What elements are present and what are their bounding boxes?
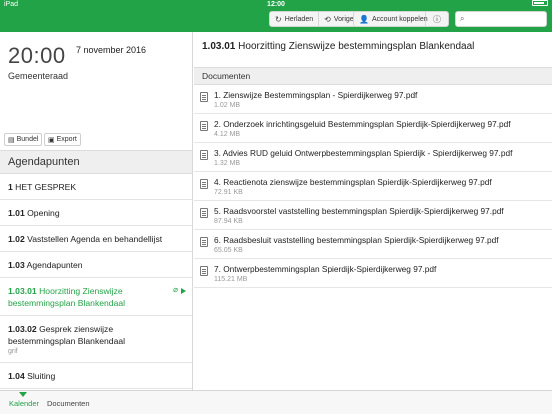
agenda-item-number: 1.03: [8, 260, 25, 270]
document-item[interactable]: 1. Zienswijze Bestemmingsplan - Spierdij…: [194, 85, 552, 114]
document-size: 72.91 KB: [214, 189, 243, 196]
document-icon: [200, 121, 208, 131]
link-account-label: Account koppelen: [371, 15, 428, 23]
previous-label: Vorige: [333, 15, 354, 23]
clock: 12:00: [267, 1, 285, 8]
user-icon: 👤: [359, 14, 369, 24]
detail-title-text: Hoorzitting Zienswijze bestemmingsplan B…: [238, 41, 475, 52]
document-icon: [200, 179, 208, 189]
left-panel: 20:00 7 november 2016 Gemeenteraad ▤ Bun…: [0, 32, 193, 390]
agenda-item[interactable]: 1.01 Opening: [0, 200, 192, 226]
document-size: 1.32 MB: [214, 160, 241, 167]
agenda-item-title: Opening: [27, 208, 60, 218]
detail-title: 1.03.01 Hoorzitting Zienswijze bestemmin…: [202, 41, 474, 52]
meeting-time: 20:00: [8, 43, 66, 68]
active-tab-indicator-icon: [19, 392, 27, 397]
document-size: 87.94 KB: [214, 218, 243, 225]
document-size: 4.12 MB: [214, 131, 241, 138]
history-icon: ⟲: [324, 14, 331, 24]
search-box: ⌕: [455, 11, 547, 27]
agenda-item-title: Vaststellen Agenda en behandellijst: [27, 234, 163, 244]
agenda-item-number: 1.03.02: [8, 324, 37, 334]
link-account-button[interactable]: 👤 Account koppelen: [354, 12, 428, 26]
search-input[interactable]: [470, 13, 544, 25]
reload-button[interactable]: ↻ Herladen: [270, 12, 320, 26]
agenda-item[interactable]: 1.03.02 Gesprek zienswijze bestemmingspl…: [0, 316, 192, 363]
document-name: 5. Raadsvoorstel vaststelling bestemming…: [214, 206, 504, 216]
info-button[interactable]: ⓘ: [426, 12, 448, 26]
meeting-date: 7 november 2016: [76, 45, 147, 55]
document-name: 1. Zienswijze Bestemmingsplan - Spierdij…: [214, 90, 418, 100]
detail-number: 1.03.01: [202, 41, 236, 52]
document-name: 6. Raadsbesluit vaststelling bestemmings…: [214, 235, 499, 245]
bundle-button[interactable]: ▤ Bundel: [4, 133, 43, 146]
nav-button-group: ↻ Herladen ⟲ Vorige: [269, 11, 360, 27]
agenda-item-selected[interactable]: 1.03.01 Hoorzitting Zienswijze bestemmin…: [0, 278, 192, 316]
document-size: 65.05 KB: [214, 247, 243, 254]
agenda-item[interactable]: 1.03 Agendapunten: [0, 252, 192, 278]
agenda-item-icons: ⌀: [173, 284, 186, 296]
document-icon: [200, 208, 208, 218]
agenda-item-number: 1.04: [8, 371, 25, 381]
document-item[interactable]: 7. Ontwerpbestemmingsplan Spierdijk-Spie…: [194, 259, 552, 288]
document-list: 1. Zienswijze Bestemmingsplan - Spierdij…: [194, 85, 552, 288]
tab-calendar[interactable]: Kalender: [9, 399, 39, 408]
agenda-list: 1 HET GESPREK 1.01 Opening 1.02 Vaststel…: [0, 174, 192, 389]
detail-panel: 1.03.01 Hoorzitting Zienswijze bestemmin…: [194, 32, 552, 390]
agenda-item-title: HET GESPREK: [15, 182, 77, 192]
agenda-item-title: Sluiting: [27, 371, 56, 381]
document-item[interactable]: 3. Advies RUD geluid Ontwerpbestemmingsp…: [194, 143, 552, 172]
bundle-icon: ▤: [8, 136, 15, 144]
refresh-icon: ↻: [275, 14, 282, 24]
bottom-tab-bar: Kalender Documenten: [0, 390, 552, 414]
documents-heading: Documenten: [194, 67, 552, 85]
export-icon: ▣: [48, 136, 55, 144]
info-icon: ⓘ: [433, 14, 441, 24]
status-right: [532, 0, 548, 6]
document-icon: [200, 150, 208, 160]
account-button-group: 👤 Account koppelen ⓘ: [353, 11, 449, 27]
agenda-item-number: 1: [8, 182, 13, 192]
export-button[interactable]: ▣ Export: [44, 133, 81, 146]
agenda-item-number: 1.03.01: [8, 286, 37, 296]
document-icon: [200, 92, 208, 102]
document-icon: [200, 266, 208, 276]
agenda-item[interactable]: 1.04 Sluiting: [0, 363, 192, 389]
agenda-item[interactable]: 1 HET GESPREK: [0, 174, 192, 200]
agenda-heading: Agendapunten: [0, 150, 192, 174]
agenda-item-number: 1.02: [8, 234, 25, 244]
agenda-item[interactable]: 1.02 Vaststellen Agenda en behandellijst: [0, 226, 192, 252]
play-arrow-icon: [181, 287, 186, 294]
top-bar: iPad 12:00 ↻ Herladen ⟲ Vorige 👤 Account…: [0, 0, 552, 32]
search-icon: ⌕: [460, 14, 465, 23]
document-name: 3. Advies RUD geluid Ontwerpbestemmingsp…: [214, 148, 513, 158]
meeting-header: 20:00 7 november 2016 Gemeenteraad: [0, 32, 192, 130]
document-name: 2. Onderzoek inrichtingsgeluid Bestemmin…: [214, 119, 511, 129]
document-icon: [200, 237, 208, 247]
status-bar: iPad 12:00: [0, 0, 552, 10]
bundle-label: Bundel: [16, 136, 39, 143]
document-size: 1.02 MB: [214, 102, 241, 109]
document-size: 115.21 MB: [214, 276, 248, 283]
document-item[interactable]: 5. Raadsvoorstel vaststelling bestemming…: [194, 201, 552, 230]
agenda-item-number: 1.01: [8, 208, 25, 218]
tab-documents[interactable]: Documenten: [47, 399, 90, 408]
meeting-actions: ▤ Bundel ▣ Export: [0, 128, 192, 150]
document-item[interactable]: 6. Raadsbesluit vaststelling bestemmings…: [194, 230, 552, 259]
agenda-item-title: Agendapunten: [26, 260, 83, 270]
document-item[interactable]: 4. Reactienota zienswijze bestemmingspla…: [194, 172, 552, 201]
attachment-icon: ⌀: [173, 285, 178, 294]
export-label: Export: [56, 136, 77, 143]
agenda-item-subtitle: grif: [8, 348, 18, 355]
meeting-name: Gemeenteraad: [8, 71, 69, 81]
document-item[interactable]: 2. Onderzoek inrichtingsgeluid Bestemmin…: [194, 114, 552, 143]
reload-label: Herladen: [284, 15, 314, 23]
battery-icon: [532, 0, 548, 6]
document-name: 4. Reactienota zienswijze bestemmingspla…: [214, 177, 492, 187]
document-name: 7. Ontwerpbestemmingsplan Spierdijk-Spie…: [214, 264, 437, 274]
